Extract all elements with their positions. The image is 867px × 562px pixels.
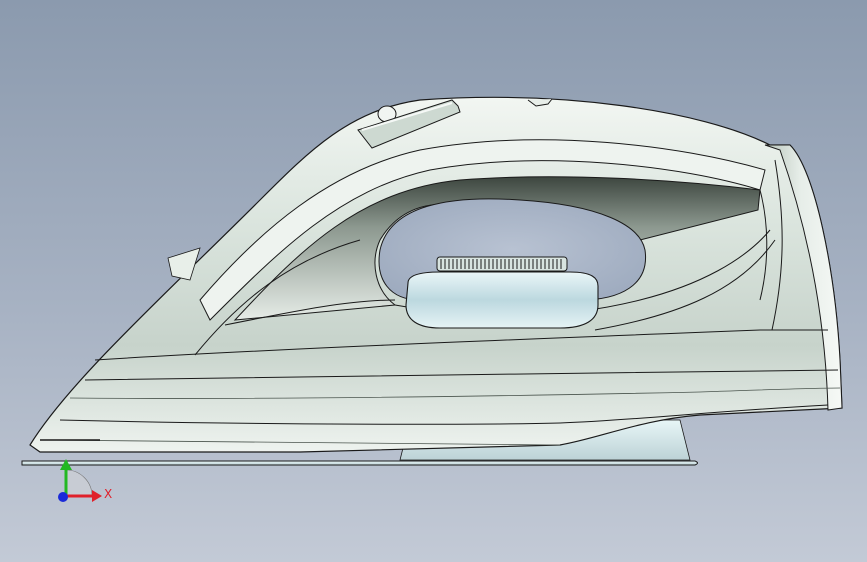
x-axis-label: X <box>104 487 113 501</box>
cad-viewport[interactable] <box>0 0 867 562</box>
